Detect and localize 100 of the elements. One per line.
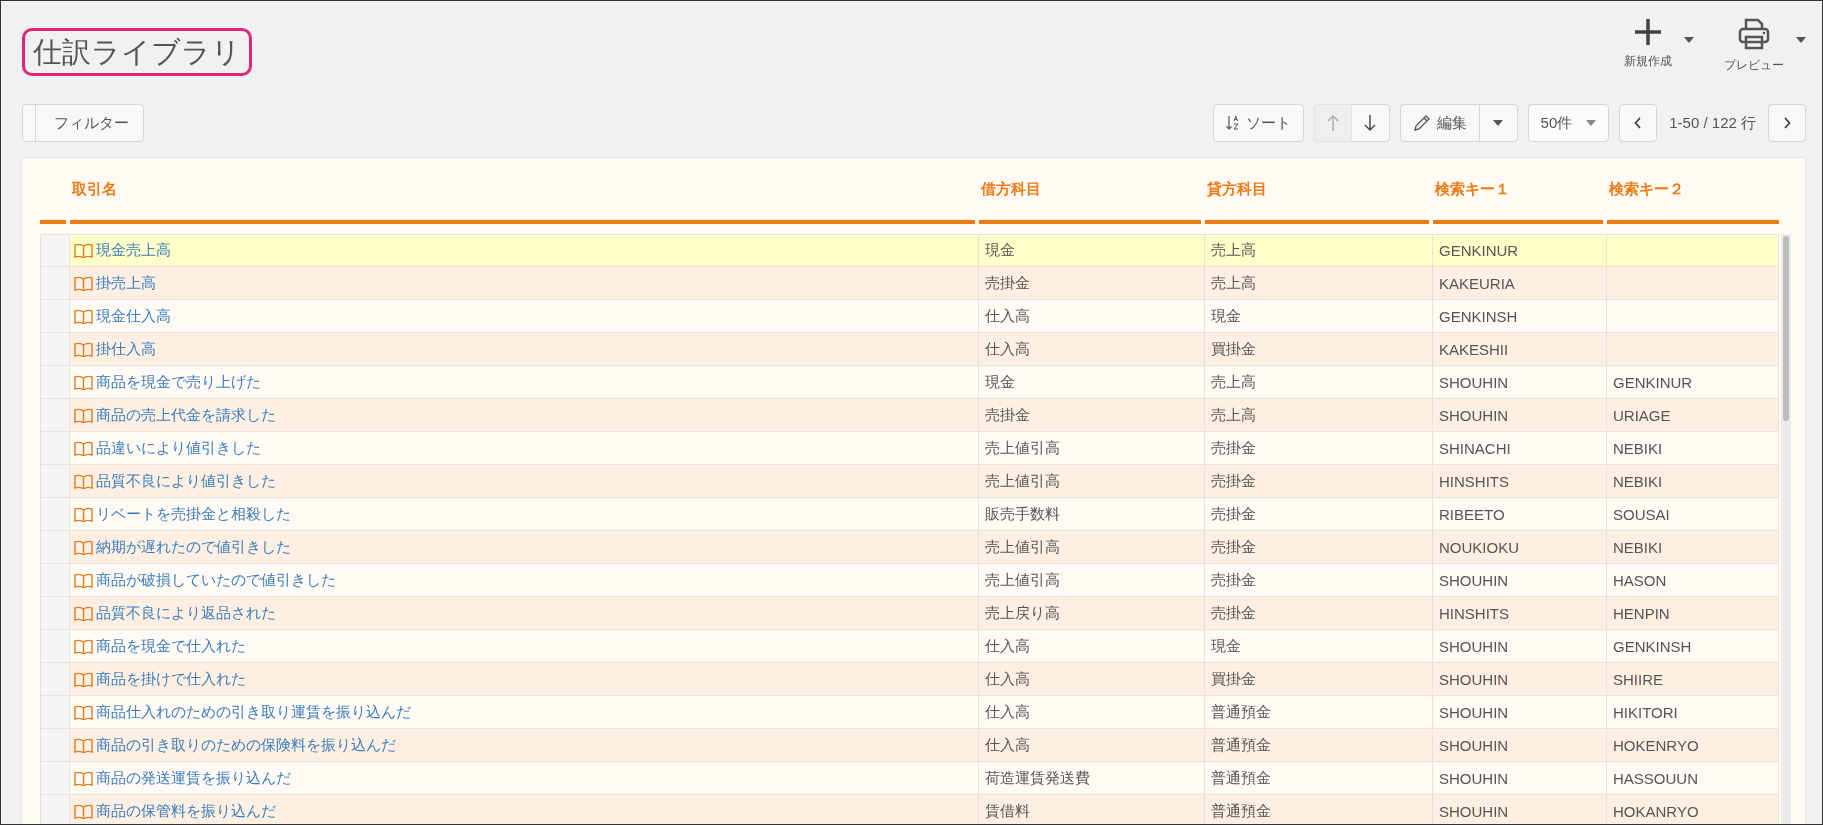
table-row[interactable]: 納期が遅れたので値引きした 売上値引高 売掛金 NOUKIOKU NEBIKI (40, 531, 1779, 564)
chevron-left-icon (1634, 117, 1643, 129)
table-cell: 仕入高 (985, 669, 1030, 689)
table-cell: 普通預金 (1211, 801, 1271, 821)
book-icon (74, 374, 93, 390)
scrollbar-thumb[interactable] (1783, 236, 1789, 421)
table-row[interactable]: 掛売上高 売掛金 売上高 KAKEURIA (40, 267, 1779, 300)
table-row[interactable]: 商品の発送運賃を振り込んだ 荷造運賃発送費 普通預金 SHOUHIN HASSOUUN (40, 762, 1779, 795)
sort-button[interactable]: ソート (1212, 104, 1304, 142)
table-row[interactable]: 掛仕入高 仕入高 買掛金 KAKESHII (40, 333, 1779, 366)
page-range-text: 1-50 / 122 行 (1669, 113, 1756, 133)
table-cell: 仕入高 (985, 306, 1030, 326)
entry-link[interactable]: 商品の引き取りのための保険料を振り込んだ (96, 735, 396, 755)
header-action-button[interactable]: プレビュー (1718, 15, 1790, 76)
entry-link[interactable]: 品違いにより値引きした (96, 438, 261, 458)
table-cell: GENKINSH (1613, 637, 1692, 655)
table-cell: NEBIKI (1613, 439, 1663, 457)
book-icon (74, 275, 93, 291)
book-icon (74, 308, 93, 324)
book-icon (74, 506, 93, 522)
caret-icon[interactable] (1796, 37, 1806, 43)
page-title: 仕訳ライブラリ (22, 28, 252, 76)
table-cell: NOUKIOKU (1439, 538, 1519, 556)
move-down-button[interactable] (1351, 104, 1390, 142)
entry-link[interactable]: リベートを売掛金と相殺した (96, 504, 291, 524)
entry-link[interactable]: 品質不良により返品された (96, 603, 276, 623)
entry-link[interactable]: 商品を現金で売り上げた (96, 372, 261, 392)
entry-link[interactable]: 掛仕入高 (96, 339, 156, 359)
book-icon (74, 605, 93, 621)
entry-link[interactable]: 品質不良により値引きした (96, 471, 276, 491)
table-cell: GENKINUR (1613, 373, 1693, 391)
caret-icon[interactable] (1684, 37, 1694, 43)
entry-link[interactable]: 商品の発送運賃を振り込んだ (96, 768, 291, 788)
table-cell: 普通預金 (1211, 702, 1271, 722)
table-cell: 仕入高 (985, 636, 1030, 656)
table-row[interactable]: 品質不良により返品された 売上戻り高 売掛金 HINSHITS HENPIN (40, 597, 1779, 630)
table-cell: 売上戻り高 (985, 603, 1060, 623)
entry-link[interactable]: 商品が破損していたので値引きした (96, 570, 336, 590)
table-row[interactable]: 商品が破損していたので値引きした 売上値引高 売掛金 SHOUHIN HASON (40, 564, 1779, 597)
book-icon (74, 243, 93, 258)
table-cell: 現金 (1211, 636, 1241, 656)
table-cell: SHOUHIN (1439, 637, 1509, 655)
previous-page-button[interactable] (1619, 104, 1658, 142)
table-row[interactable]: 商品を掛けで仕入れた 仕入高 買掛金 SHOUHIN SHIIRE (40, 663, 1779, 696)
table-cell: HASON (1613, 571, 1667, 589)
table-cell: KAKEURIA (1439, 274, 1515, 292)
table-cell: URIAGE (1613, 406, 1671, 424)
book-icon (74, 440, 93, 456)
table-row[interactable]: 商品仕入れのための引き取り運賃を振り込んだ 仕入高 普通預金 SHOUHIN HIKITORI (40, 696, 1779, 729)
table-row[interactable]: 商品の引き取りのための保険料を振り込んだ 仕入高 普通預金 SHOUHIN HOKENRYO (40, 729, 1779, 762)
table-row[interactable]: 商品の売上代金を請求した 売掛金 売上高 SHOUHIN URIAGE (40, 399, 1779, 432)
table-cell: 普通預金 (1211, 768, 1271, 788)
table-cell: 売上高 (1211, 372, 1256, 392)
table-cell: SHOUHIN (1439, 802, 1509, 820)
entry-link[interactable]: 商品を現金で仕入れた (96, 636, 246, 656)
page-size-select[interactable]: 50件 (1527, 104, 1610, 142)
table-cell: SHOUHIN (1439, 406, 1509, 424)
table-cell: SHINACHI (1439, 439, 1511, 457)
edit-button[interactable]: 編集 (1399, 104, 1480, 142)
filter-button[interactable]: フィルター (22, 104, 144, 142)
entry-link[interactable]: 現金売上高 (96, 241, 171, 260)
book-icon (74, 341, 93, 357)
table-cell: 売上値引高 (985, 438, 1060, 458)
edit-menu-button[interactable] (1479, 104, 1518, 142)
book-icon (74, 407, 93, 423)
next-page-button[interactable] (1768, 104, 1806, 142)
table-row[interactable]: リベートを売掛金と相殺した 販売手数料 売掛金 RIBEETO SOUSAI (40, 498, 1779, 531)
table-cell: SOUSAI (1613, 505, 1670, 523)
table-row[interactable]: 現金仕入高 仕入高 現金 GENKINSH (40, 300, 1779, 333)
book-icon (74, 638, 93, 654)
entry-link[interactable]: 掛売上高 (96, 273, 156, 293)
table-row[interactable]: 品質不良により値引きした 売上値引高 売掛金 HINSHITS NEBIKI (40, 465, 1779, 498)
table-row[interactable]: 品違いにより値引きした 売上値引高 売掛金 SHINACHI NEBIKI (40, 432, 1779, 465)
arrow-down-icon (1364, 114, 1377, 132)
table-cell: 売掛金 (1211, 504, 1256, 524)
table-cell: 売上値引高 (985, 471, 1060, 491)
table-cell: SHOUHIN (1439, 373, 1509, 391)
table-cell: 買掛金 (1211, 339, 1256, 359)
table-row[interactable]: 現金売上高 現金 売上高 GENKINUR (40, 234, 1779, 267)
entry-link[interactable]: 商品仕入れのための引き取り運賃を振り込んだ (96, 702, 411, 722)
table-cell: HOKANRYO (1613, 802, 1699, 820)
table-cell: HASSOUUN (1613, 769, 1698, 787)
table-row[interactable]: 商品を現金で売り上げた 現金 売上高 SHOUHIN GENKINUR (40, 366, 1779, 399)
book-icon (74, 671, 93, 687)
entry-link[interactable]: 商品を掛けで仕入れた (96, 669, 246, 689)
book-icon (74, 572, 93, 588)
plus-icon (1633, 17, 1663, 47)
entry-link[interactable]: 納期が遅れたので値引きした (96, 537, 291, 557)
table-cell: 売上値引高 (985, 570, 1060, 590)
table-cell: NEBIKI (1613, 538, 1663, 556)
table-cell: 売上値引高 (985, 537, 1060, 557)
entry-link[interactable]: 現金仕入高 (96, 306, 171, 326)
header-action-button[interactable]: 新規作成 (1618, 15, 1678, 72)
entry-link[interactable]: 商品の売上代金を請求した (96, 405, 276, 425)
table-cell: NEBIKI (1613, 472, 1663, 490)
entry-link[interactable]: 商品の保管料を振り込んだ (96, 801, 276, 821)
table-cell: SHIIRE (1613, 670, 1663, 688)
table-row[interactable]: 商品を現金で仕入れた 仕入高 現金 SHOUHIN GENKINSH (40, 630, 1779, 663)
table-row[interactable]: 商品の保管料を振り込んだ 賃借料 普通預金 SHOUHIN HOKANRYO (40, 795, 1779, 824)
table-cell: RIBEETO (1439, 505, 1505, 523)
